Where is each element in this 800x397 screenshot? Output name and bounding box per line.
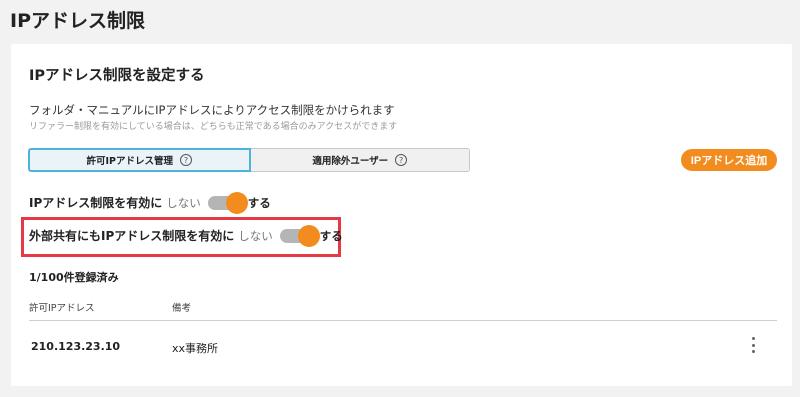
section-title: IPアドレス制限を設定する [29, 68, 205, 84]
tab-excluded-users[interactable]: 適用除外ユーザー ? [250, 148, 470, 172]
toggle-label: IPアドレス制限を有効に [29, 196, 163, 210]
ip-restriction-switch[interactable] [207, 191, 248, 214]
help-icon[interactable]: ? [180, 154, 192, 166]
switch-knob [297, 224, 320, 247]
tab-label: 適用除外ユーザー [312, 156, 389, 167]
description: フォルダ・マニュアルにIPアドレスによりアクセス制限をかけられます [29, 103, 395, 117]
toggle-on-label: する [247, 195, 271, 210]
table-cell-ip: 210.123.23.10 [31, 340, 121, 353]
toggle-off-label: しない [238, 228, 273, 243]
page-title: IPアドレス制限 [10, 10, 145, 32]
column-header-note: 備考 [172, 303, 192, 314]
registered-count: 1/100件登録済み [29, 271, 119, 284]
tab-bar: 許可IPアドレス管理 ? 適用除外ユーザー ? [28, 148, 470, 172]
tab-label: 許可IPアドレス管理 [86, 156, 174, 167]
toggle-label: 外部共有にもIPアドレス制限を有効に [29, 229, 235, 243]
more-options-icon[interactable] [748, 337, 758, 353]
add-ip-button[interactable]: IPアドレス追加 [681, 149, 777, 171]
tab-allowed-ip[interactable]: 許可IPアドレス管理 ? [28, 148, 251, 172]
external-share-switch[interactable] [279, 224, 320, 247]
column-header-ip: 許可IPアドレス [29, 303, 95, 314]
external-share-toggle-row: 外部共有にもIPアドレス制限を有効に しない する [29, 224, 343, 247]
table-divider [29, 320, 777, 321]
ip-restriction-toggle-row: IPアドレス制限を有効に しない する [29, 191, 271, 214]
help-icon[interactable]: ? [395, 154, 408, 166]
table-cell-note: xx事務所 [172, 342, 219, 355]
toggle-on-label: する [319, 228, 343, 243]
settings-card: IPアドレス制限を設定する フォルダ・マニュアルにIPアドレスによりアクセス制限… [11, 44, 792, 386]
toggle-off-label: しない [166, 195, 201, 210]
switch-knob [225, 191, 248, 214]
sub-description: リファラー制限を有効にしている場合は、どちらも正常である場合のみアクセスができま… [29, 122, 398, 132]
